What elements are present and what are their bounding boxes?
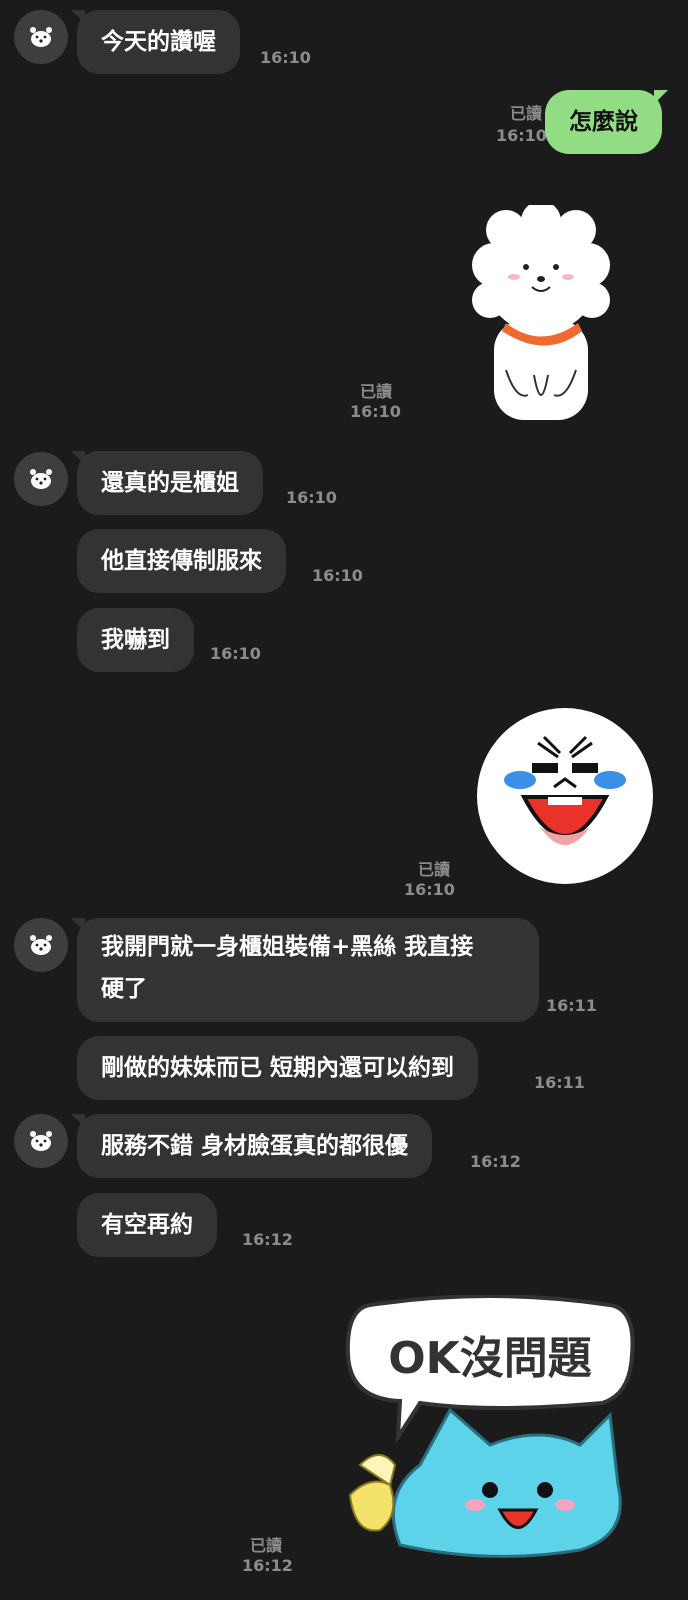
sticker-caption: OK沒問題 bbox=[388, 1333, 592, 1384]
message-time: 16:10 bbox=[496, 126, 547, 145]
message-time: 16:10 bbox=[404, 880, 455, 899]
message-text: 剛做的妹妹而已 短期內還可以約到 bbox=[101, 1055, 455, 1081]
message-time: 16:10 bbox=[312, 566, 363, 585]
message-text-line: 硬了 bbox=[101, 976, 147, 1002]
read-receipt: 已讀 bbox=[417, 860, 450, 879]
message-text: 怎麼說 bbox=[569, 109, 638, 135]
message-bubble[interactable]: 我嚇到 bbox=[77, 608, 194, 672]
message-bubble[interactable]: 我開門就一身櫃姐裝備+黑絲 我直接 硬了 bbox=[71, 918, 539, 1022]
message-time: 16:10 bbox=[286, 488, 337, 507]
message-time: 16:12 bbox=[242, 1556, 293, 1575]
white-fluffy-dog-sticker[interactable] bbox=[466, 205, 616, 425]
contact-avatar[interactable] bbox=[14, 10, 68, 64]
message-text: 他直接傳制服來 bbox=[101, 548, 262, 574]
message-text: 今天的讚喔 bbox=[101, 29, 216, 55]
bear-face-icon bbox=[30, 935, 52, 955]
message-time: 16:12 bbox=[242, 1230, 293, 1249]
bear-face-icon bbox=[30, 1131, 52, 1151]
message-text: 我嚇到 bbox=[101, 627, 170, 653]
message-time: 16:11 bbox=[546, 996, 597, 1015]
message-time: 16:10 bbox=[350, 402, 401, 421]
message-time: 16:10 bbox=[210, 644, 261, 663]
message-bubble[interactable]: 還真的是櫃姐 bbox=[71, 451, 263, 515]
message-bubble[interactable]: 今天的讚喔 bbox=[71, 10, 240, 74]
message-text: 服務不錯 身材臉蛋真的都很優 bbox=[101, 1133, 409, 1159]
contact-avatar[interactable] bbox=[14, 452, 68, 506]
contact-avatar[interactable] bbox=[14, 1114, 68, 1168]
message-time: 16:11 bbox=[534, 1073, 585, 1092]
message-bubble[interactable]: 服務不錯 身材臉蛋真的都很優 bbox=[70, 1114, 433, 1178]
read-receipt: 已讀 bbox=[359, 382, 392, 401]
message-time: 16:12 bbox=[470, 1152, 521, 1171]
read-receipt: 已讀 bbox=[249, 1536, 282, 1555]
message-bubble[interactable]: 有空再約 bbox=[77, 1193, 217, 1257]
read-receipt: 已讀 bbox=[509, 104, 542, 123]
message-text-line: 我開門就一身櫃姐裝備+黑絲 我直接 bbox=[101, 934, 474, 960]
contact-avatar[interactable] bbox=[14, 918, 68, 972]
message-bubble[interactable]: 他直接傳制服來 bbox=[77, 529, 286, 593]
message-bubble[interactable]: 剛做的妹妹而已 短期內還可以約到 bbox=[77, 1036, 479, 1100]
laughing-crying-face-sticker[interactable] bbox=[474, 705, 656, 887]
bear-face-icon bbox=[30, 27, 52, 47]
blue-cat-ok-sticker[interactable]: OK沒問題 bbox=[340, 1295, 640, 1563]
message-text: 還真的是櫃姐 bbox=[101, 470, 239, 496]
my-message-bubble[interactable]: 怎麼說 bbox=[545, 90, 668, 154]
message-time: 16:10 bbox=[260, 48, 311, 67]
bear-face-icon bbox=[30, 469, 52, 489]
message-text: 有空再約 bbox=[101, 1212, 193, 1238]
